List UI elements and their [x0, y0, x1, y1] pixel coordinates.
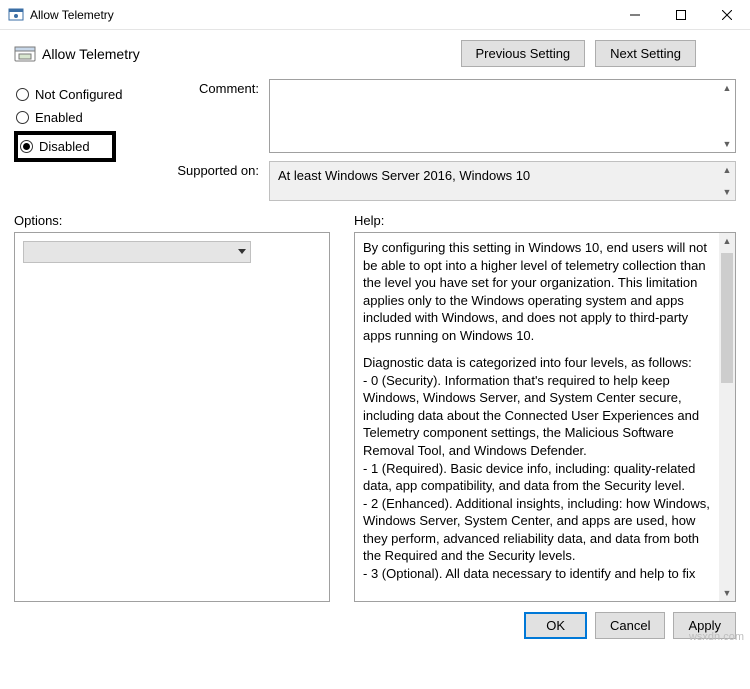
- supported-on-value: At least Windows Server 2016, Windows 10: [278, 168, 530, 183]
- radio-icon: [16, 111, 29, 124]
- radio-icon: [16, 88, 29, 101]
- help-text: - 1 (Required). Basic device info, inclu…: [363, 460, 717, 495]
- window-title: Allow Telemetry: [30, 8, 612, 22]
- comment-scrollbar[interactable]: ▲▼: [719, 80, 735, 152]
- minimize-button[interactable]: [612, 0, 658, 30]
- help-text: Diagnostic data is categorized into four…: [363, 354, 717, 372]
- state-radio-group: Not Configured Enabled Disabled: [14, 79, 174, 201]
- radio-label: Disabled: [39, 139, 90, 154]
- help-panel: By configuring this setting in Windows 1…: [354, 232, 736, 602]
- scroll-thumb[interactable]: [721, 253, 733, 383]
- comment-textarea[interactable]: ▲▼: [269, 79, 736, 153]
- radio-disabled[interactable]: Disabled: [20, 139, 90, 154]
- radio-label: Enabled: [35, 110, 83, 125]
- options-label: Options:: [14, 213, 354, 228]
- radio-disabled-highlight: Disabled: [14, 131, 116, 162]
- cancel-button[interactable]: Cancel: [595, 612, 665, 639]
- scroll-up-icon: ▲: [719, 233, 735, 249]
- supported-on-label: Supported on:: [174, 161, 259, 178]
- radio-not-configured[interactable]: Not Configured: [14, 83, 174, 106]
- previous-setting-button[interactable]: Previous Setting: [461, 40, 586, 67]
- dialog-footer: OK Cancel Apply: [0, 602, 750, 649]
- help-text: - 0 (Security). Information that's requi…: [363, 372, 717, 460]
- options-panel: [14, 232, 330, 602]
- scroll-up-icon: ▲: [719, 162, 735, 178]
- policy-icon: [14, 44, 36, 64]
- comment-label: Comment:: [174, 79, 259, 96]
- watermark: wsxdn.com: [689, 631, 744, 643]
- supported-scrollbar[interactable]: ▲▼: [719, 162, 735, 200]
- header: Allow Telemetry Previous Setting Next Se…: [0, 30, 750, 75]
- scroll-down-icon: ▼: [719, 585, 735, 601]
- radio-label: Not Configured: [35, 87, 122, 102]
- radio-icon: [20, 140, 33, 153]
- page-title: Allow Telemetry: [42, 46, 461, 62]
- scroll-down-icon: ▼: [719, 136, 735, 152]
- scroll-down-icon: ▼: [719, 184, 735, 200]
- help-label: Help:: [354, 213, 384, 228]
- maximize-button[interactable]: [658, 0, 704, 30]
- titlebar: Allow Telemetry: [0, 0, 750, 30]
- help-text: By configuring this setting in Windows 1…: [363, 239, 717, 344]
- help-text: - 3 (Optional). All data necessary to id…: [363, 565, 717, 583]
- close-button[interactable]: [704, 0, 750, 30]
- app-icon: [8, 7, 24, 23]
- supported-on-field: At least Windows Server 2016, Windows 10…: [269, 161, 736, 201]
- radio-enabled[interactable]: Enabled: [14, 106, 174, 129]
- options-dropdown[interactable]: [23, 241, 251, 263]
- scroll-up-icon: ▲: [719, 80, 735, 96]
- next-setting-button[interactable]: Next Setting: [595, 40, 696, 67]
- ok-button[interactable]: OK: [524, 612, 587, 639]
- help-text: - 2 (Enhanced). Additional insights, inc…: [363, 495, 717, 565]
- help-scrollbar[interactable]: ▲ ▼: [719, 233, 735, 601]
